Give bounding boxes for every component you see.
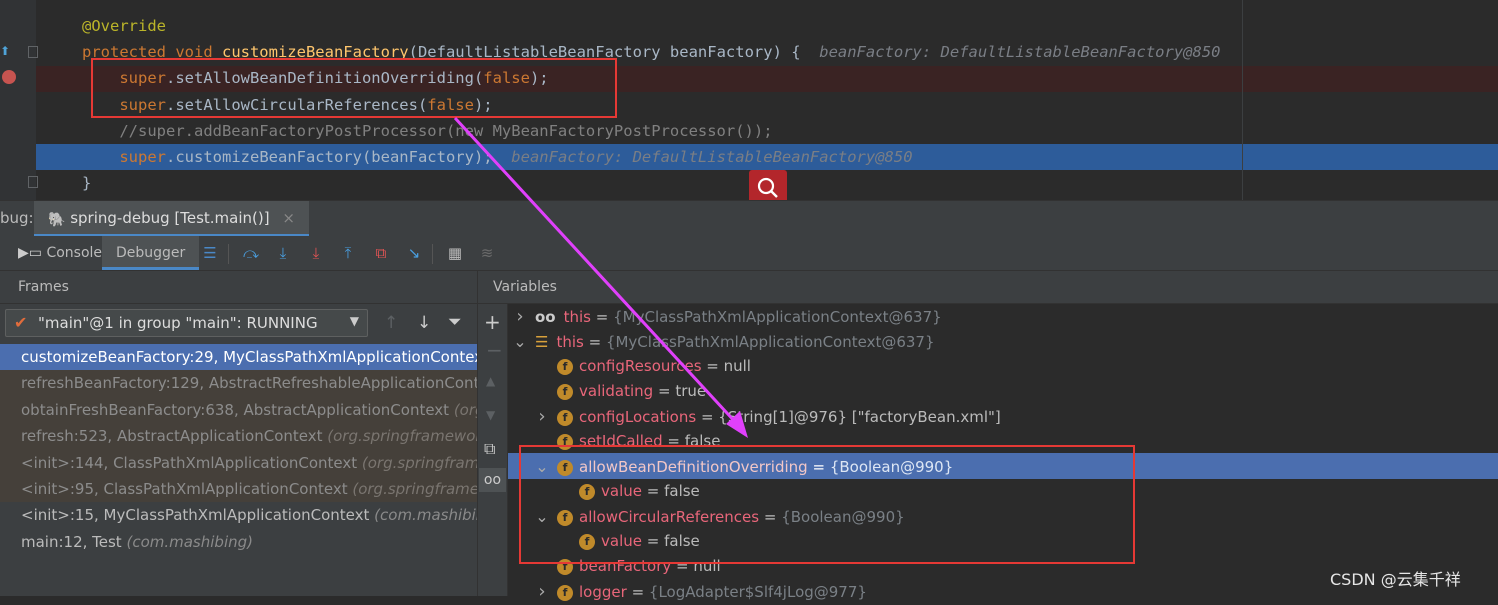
annotation-arrow xyxy=(453,116,748,438)
watermark: CSDN @云集千祥 xyxy=(1330,570,1461,589)
